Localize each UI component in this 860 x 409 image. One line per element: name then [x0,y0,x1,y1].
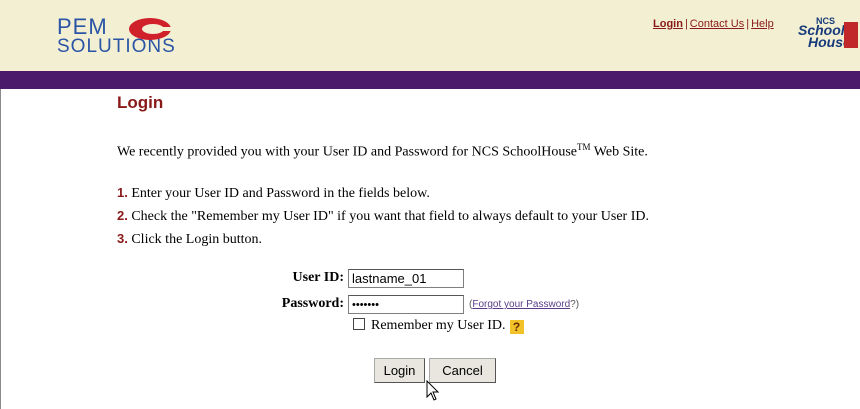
header-divider-bar [0,71,860,89]
ncs-schoolhouse-logo: NCS School House [798,16,860,50]
intro-text: We recently provided you with your User … [117,142,648,161]
house-icon [844,22,858,48]
intro-suffix: Web Site. [590,144,648,160]
page-title: Login [117,93,164,112]
top-links: Login | Contact Us | Help [653,18,774,30]
step-item: 1. Enter your User ID and Password in th… [117,182,649,205]
help-link[interactable]: Help [751,18,774,30]
step-number: 3. [117,231,128,246]
password-label: Password: [281,296,344,311]
logo-swoosh-icon [129,18,173,40]
login-link[interactable]: Login [653,18,683,30]
step-text: Enter your User ID and Password in the f… [131,186,430,201]
password-input[interactable]: ••••••• [348,295,464,314]
mouse-pointer-icon [426,380,440,401]
instruction-steps: 1. Enter your User ID and Password in th… [117,182,649,251]
trademark-mark: TM [577,142,591,152]
step-number: 2. [117,208,128,223]
contact-us-link[interactable]: Contact Us [690,18,744,30]
step-item: 2. Check the "Remember my User ID" if yo… [117,205,649,228]
remember-label: Remember my User ID. [371,318,506,333]
remember-row: Remember my User ID.? [353,318,524,334]
pem-solutions-logo: PEM SOLUTIONS [57,12,217,64]
forgot-close-paren: ?) [570,299,580,310]
left-border [0,89,1,409]
user-id-label: User ID: [292,270,344,285]
user-id-input[interactable]: lastname_01 [348,269,464,288]
help-icon[interactable]: ? [509,320,524,334]
intro-prefix: We recently provided you with your User … [117,144,578,160]
link-separator: | [746,18,750,30]
step-item: 3. Click the Login button. [117,228,649,251]
step-text: Click the Login button. [131,232,262,247]
forgot-password: (Forgot your Password?) [469,299,579,310]
step-text: Check the "Remember my User ID" if you w… [131,209,649,224]
link-separator: | [684,18,688,30]
forgot-password-link[interactable]: Forgot your Password [472,299,570,310]
step-number: 1. [117,185,128,200]
page-header: PEM SOLUTIONS Login | Contact Us | Help NCS … [0,0,860,71]
remember-checkbox[interactable] [353,318,365,330]
login-button[interactable]: Login [374,358,425,383]
